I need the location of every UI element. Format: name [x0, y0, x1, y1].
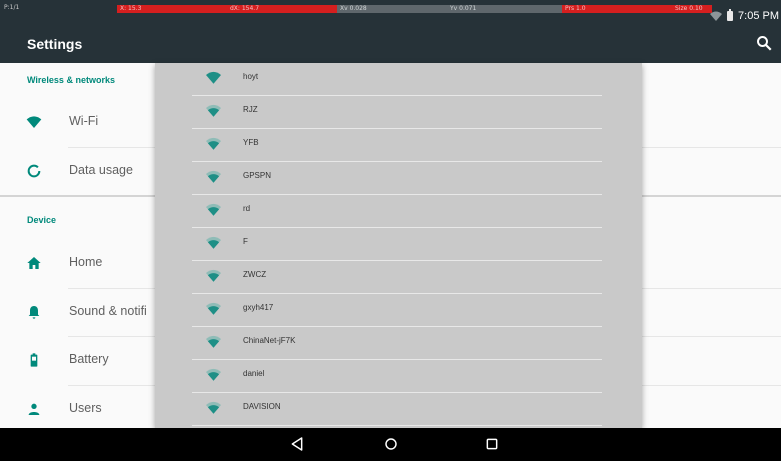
wifi-ssid: hoyt [243, 72, 259, 81]
wifi-ssid: ZWCZ [243, 270, 267, 279]
wifi-network-item[interactable]: ZWCZ [192, 261, 602, 294]
wifi-ssid: RJZ [243, 105, 258, 114]
settings-item-label: Home [69, 255, 103, 269]
app-bar: Settings [0, 26, 781, 63]
diag-size: Size 0.10 [672, 5, 712, 13]
wifi-signal-partial-icon [206, 170, 221, 183]
battery-icon [30, 353, 38, 367]
wifi-signal-partial-icon [206, 302, 221, 315]
wifi-network-item[interactable]: ChinaNet-jF7K [192, 327, 602, 360]
wifi-network-item[interactable]: gxyh417 [192, 294, 602, 327]
wifi-ssid: F [243, 237, 248, 246]
settings-item-label: Data usage [69, 163, 133, 177]
wifi-signal-partial-icon [206, 203, 221, 216]
wifi-signal-full-icon [206, 71, 221, 84]
status-bar: P:1/1 X: 15.3 dX: 154.7 Xv 0.028 Yv 0.07… [0, 0, 781, 26]
wifi-status-icon [710, 11, 723, 21]
wifi-network-item[interactable]: RJZ [192, 96, 602, 129]
wifi-network-item[interactable]: rd [192, 195, 602, 228]
wifi-ssid: daniel [243, 369, 265, 378]
wifi-ssid: rd [243, 204, 251, 213]
wifi-signal-partial-icon [206, 269, 221, 282]
recents-icon[interactable] [484, 436, 500, 452]
settings-item-label: Battery [69, 352, 109, 366]
home-button-icon[interactable] [383, 436, 399, 452]
wifi-signal-partial-icon [206, 137, 221, 150]
wifi-ssid: gxyh417 [243, 303, 274, 312]
screen: P:1/1 X: 15.3 dX: 154.7 Xv 0.028 Yv 0.07… [0, 0, 781, 461]
wifi-network-item[interactable]: F [192, 228, 602, 261]
settings-item-label: Wi-Fi [69, 114, 99, 128]
wifi-icon [26, 116, 42, 128]
wifi-network-item[interactable]: GPSPN [192, 162, 602, 195]
diag-x: X: 15.3 [117, 5, 227, 13]
navigation-bar [0, 428, 781, 461]
wifi-ssid: ChinaNet-jF7K [243, 336, 296, 345]
home-icon [27, 257, 41, 269]
bell-icon [28, 306, 40, 319]
wifi-signal-partial-icon [206, 335, 221, 348]
wifi-network-item[interactable]: YFB [192, 129, 602, 162]
battery-status-icon [727, 9, 734, 21]
settings-item-label: Users [69, 401, 102, 415]
search-icon[interactable] [755, 34, 773, 52]
wifi-signal-partial-icon [206, 368, 221, 381]
wifi-network-item[interactable]: DAVISION [192, 393, 602, 426]
settings-item-label: Sound & notifi [69, 304, 147, 318]
wifi-ssid: DAVISION [243, 402, 281, 411]
wifi-ssid: YFB [243, 138, 259, 147]
pointer-location-label: P:1/1 [4, 4, 20, 11]
wifi-signal-partial-icon [206, 236, 221, 249]
section-header-wireless: Wireless & networks [27, 75, 115, 85]
user-icon [28, 403, 40, 415]
wifi-signal-partial-icon [206, 401, 221, 414]
diag-yv: Yv 0.071 [447, 5, 562, 13]
diag-xv: Xv 0.028 [337, 5, 447, 13]
section-header-device: Device [27, 215, 57, 225]
wifi-signal-partial-icon [206, 104, 221, 117]
diag-prs: Prs 1.0 [562, 5, 672, 13]
clock: 7:05 PM [738, 10, 779, 22]
wifi-ssid: GPSPN [243, 171, 272, 180]
diag-dx: dX: 154.7 [227, 5, 337, 13]
wifi-network-item[interactable]: daniel [192, 360, 602, 393]
data-usage-icon [27, 164, 41, 178]
wifi-network-list[interactable]: hoyt RJZ YFB GPSPN rd F ZWCZ gxyh417 Chi… [155, 63, 642, 428]
back-icon[interactable] [289, 436, 305, 452]
status-icons: 7:05 PM [710, 9, 779, 23]
wifi-network-item[interactable]: hoyt [192, 63, 602, 96]
page-title: Settings [27, 36, 83, 52]
